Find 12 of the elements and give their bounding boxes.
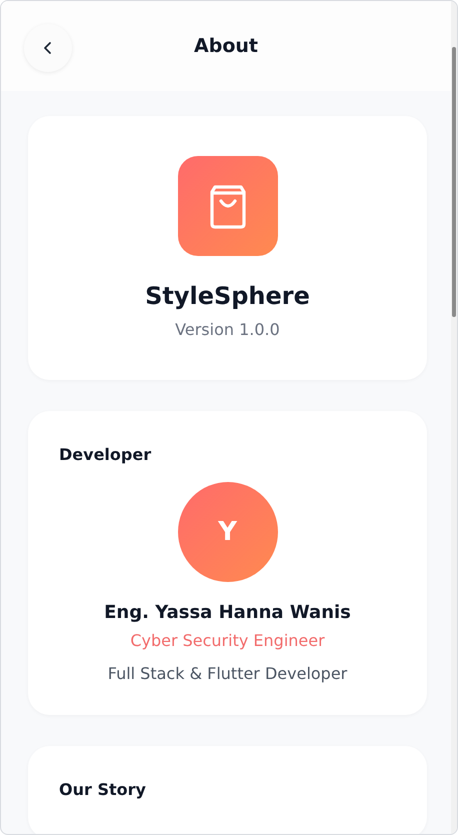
page-title: About — [194, 35, 258, 57]
scrollbar[interactable] — [451, 1, 457, 834]
app-name: StyleSphere — [145, 282, 310, 310]
app-version: Version 1.0.0 — [175, 320, 280, 339]
avatar: Y — [178, 482, 278, 582]
developer-role: Cyber Security Engineer — [130, 631, 325, 650]
section-heading: Our Story — [59, 780, 146, 799]
scrollbar-thumb[interactable] — [452, 47, 456, 317]
back-button[interactable] — [24, 24, 72, 72]
developer-name: Eng. Yassa Hanna Wanis — [104, 602, 351, 623]
section-heading: Developer — [59, 445, 152, 464]
developer-description: Full Stack & Flutter Developer — [108, 664, 348, 683]
